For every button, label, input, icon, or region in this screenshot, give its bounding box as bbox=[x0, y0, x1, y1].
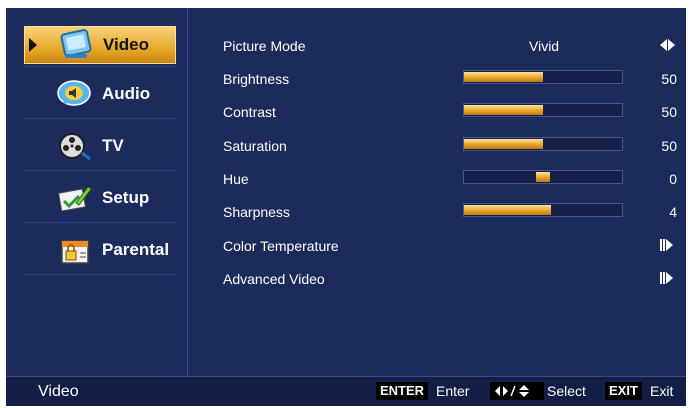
divider bbox=[24, 170, 176, 171]
enter-key-badge: ENTER bbox=[376, 382, 429, 400]
tv-reel-icon bbox=[52, 129, 96, 163]
left-right-arrow-icon[interactable] bbox=[660, 39, 675, 51]
selection-arrow-icon bbox=[29, 38, 37, 52]
exit-hint: Exit bbox=[650, 383, 674, 399]
sharpness-label: Sharpness bbox=[223, 204, 290, 220]
picture-mode-label: Picture Mode bbox=[223, 38, 306, 54]
footer-bar: Video ENTER Enter Select EXIT Exit bbox=[6, 376, 686, 406]
sidebar-item-audio[interactable]: Audio bbox=[24, 68, 176, 120]
hue-slider[interactable] bbox=[463, 170, 623, 184]
divider bbox=[24, 274, 176, 275]
sidebar-item-setup[interactable]: Setup bbox=[24, 172, 176, 224]
audio-icon bbox=[52, 77, 96, 111]
sidebar-item-label: Video bbox=[103, 35, 149, 54]
sidebar-item-video[interactable]: Video bbox=[24, 26, 176, 64]
picture-mode-row[interactable]: Picture Mode Vivid bbox=[223, 32, 675, 62]
hue-row[interactable]: Hue 0 bbox=[223, 165, 677, 195]
hue-label: Hue bbox=[223, 171, 249, 187]
sharpness-slider-fill bbox=[464, 205, 551, 215]
enter-hint: Enter bbox=[436, 383, 470, 399]
sidebar-item-label: TV bbox=[102, 136, 124, 155]
advanced-video-row[interactable]: Advanced Video bbox=[223, 265, 673, 295]
parental-lock-icon bbox=[52, 233, 96, 267]
submenu-arrow-icon[interactable] bbox=[660, 272, 673, 284]
video-icon bbox=[53, 28, 97, 62]
tv-menu-screen: Video Audio TV Setup Parental Picture Mo… bbox=[6, 8, 686, 406]
hue-value: 0 bbox=[669, 171, 677, 187]
brightness-value: 50 bbox=[661, 71, 677, 87]
brightness-slider-fill bbox=[464, 72, 543, 82]
hue-slider-knob[interactable] bbox=[536, 172, 550, 182]
divider bbox=[24, 118, 176, 119]
contrast-slider[interactable] bbox=[463, 103, 623, 117]
saturation-slider[interactable] bbox=[463, 137, 623, 151]
brightness-label: Brightness bbox=[223, 71, 290, 87]
sharpness-value: 4 bbox=[669, 204, 677, 220]
sharpness-row[interactable]: Sharpness 4 bbox=[223, 198, 677, 228]
setup-icon bbox=[52, 181, 96, 215]
saturation-slider-fill bbox=[464, 139, 543, 149]
contrast-label: Contrast bbox=[223, 104, 276, 120]
sidebar-item-label: Parental bbox=[102, 240, 170, 259]
color-temperature-row[interactable]: Color Temperature bbox=[223, 232, 673, 262]
brightness-slider[interactable] bbox=[463, 70, 623, 84]
saturation-value: 50 bbox=[661, 138, 677, 154]
divider bbox=[24, 222, 176, 223]
advanced-video-label: Advanced Video bbox=[223, 271, 325, 287]
contrast-slider-fill bbox=[464, 105, 543, 115]
sidebar: Video Audio TV Setup Parental bbox=[6, 8, 188, 376]
saturation-row[interactable]: Saturation 50 bbox=[223, 132, 677, 162]
color-temperature-label: Color Temperature bbox=[223, 238, 339, 254]
navigate-arrows-icon bbox=[490, 382, 544, 400]
exit-key-badge: EXIT bbox=[605, 382, 642, 400]
select-hint: Select bbox=[547, 383, 586, 399]
picture-mode-value: Vivid bbox=[529, 38, 560, 54]
sidebar-item-tv[interactable]: TV bbox=[24, 120, 176, 172]
footer-title: Video bbox=[38, 383, 79, 400]
sidebar-item-label: Audio bbox=[102, 84, 151, 103]
contrast-value: 50 bbox=[661, 104, 677, 120]
sharpness-slider[interactable] bbox=[463, 203, 623, 217]
brightness-row[interactable]: Brightness 50 bbox=[223, 65, 677, 95]
saturation-label: Saturation bbox=[223, 138, 287, 154]
sidebar-item-parental[interactable]: Parental bbox=[24, 224, 176, 276]
contrast-row[interactable]: Contrast 50 bbox=[223, 98, 677, 128]
divider bbox=[24, 66, 176, 67]
submenu-arrow-icon[interactable] bbox=[660, 239, 673, 251]
sidebar-item-label: Setup bbox=[102, 188, 150, 207]
